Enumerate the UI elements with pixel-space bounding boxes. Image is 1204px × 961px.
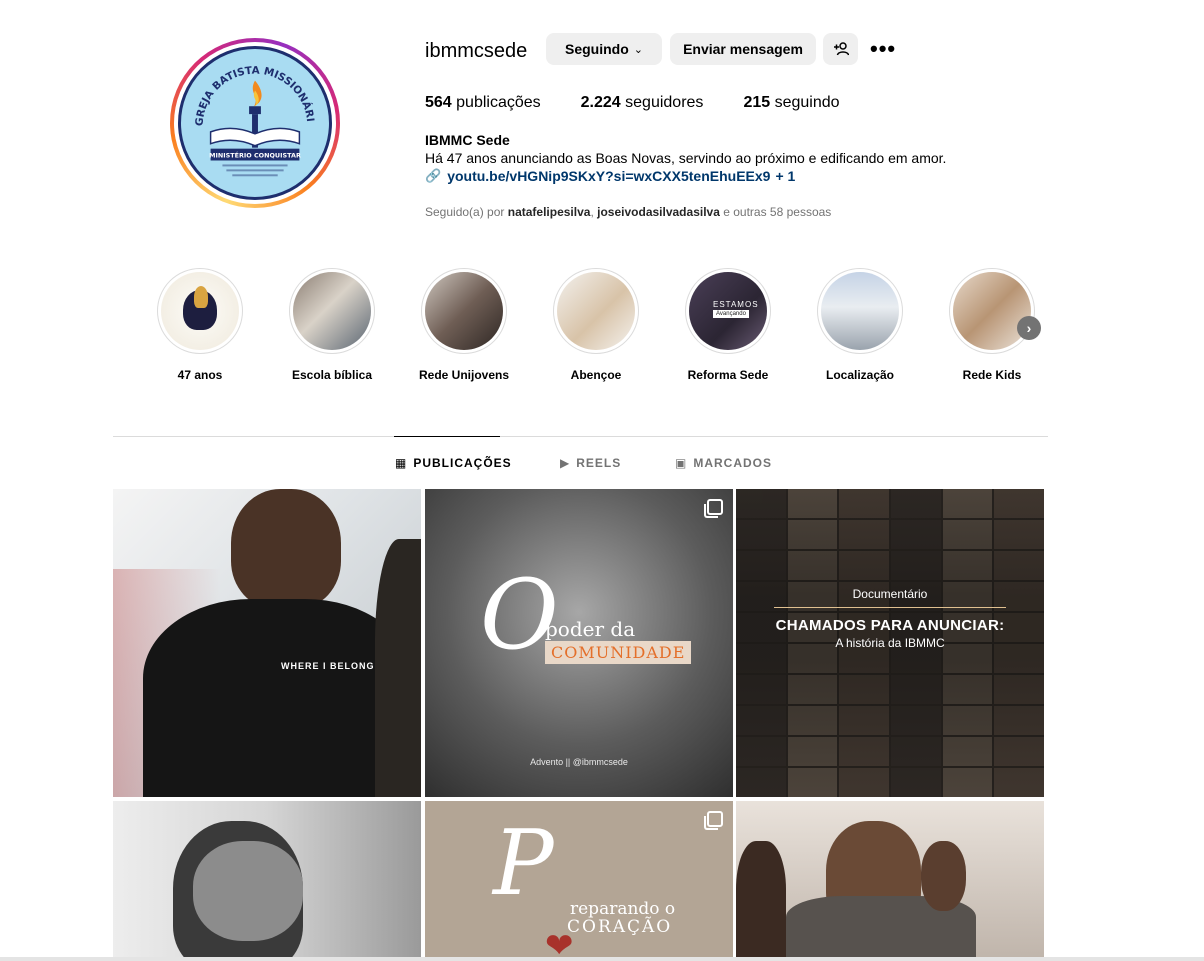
posts-stat[interactable]: 564 publicações — [425, 94, 541, 112]
add-user-icon — [833, 42, 849, 56]
highlight-cover — [293, 272, 371, 350]
send-message-button[interactable]: Enviar mensagem — [670, 33, 816, 65]
highlight-item[interactable]: Abençoe — [551, 268, 641, 382]
more-options-icon[interactable]: ••• — [870, 36, 896, 62]
send-message-label: Enviar mensagem — [683, 41, 803, 57]
highlight-label: Rede Unijovens — [419, 368, 510, 382]
post-thumbnail[interactable] — [736, 801, 1044, 961]
carousel-icon — [704, 499, 723, 518]
profile-username: ibmmcsede — [425, 40, 528, 62]
reels-icon: ▶ — [560, 456, 571, 470]
tab-reels[interactable]: ▶ REELS — [560, 456, 621, 470]
highlight-item[interactable]: Localização — [815, 268, 905, 382]
highlight-cover — [821, 272, 899, 350]
following-button-label: Seguindo — [565, 41, 629, 57]
highlight-label: Escola bíblica — [291, 368, 373, 382]
profile-bio: Há 47 anos anunciando as Boas Novas, ser… — [425, 150, 947, 166]
highlight-cover — [425, 272, 503, 350]
followed-by-user[interactable]: joseivodasilvadasilva — [597, 205, 720, 219]
person-head — [231, 489, 341, 609]
chevron-down-icon: ⌄ — [633, 43, 643, 56]
followed-by[interactable]: Seguido(a) por natafelipesilva, joseivod… — [425, 205, 831, 219]
tab-tagged[interactable]: ▣ MARCADOS — [675, 456, 772, 470]
profile-link-url[interactable]: youtu.be/vHGNip9SKxY?si=wxCXX5tenEhuEEx9 — [447, 168, 770, 184]
svg-text:IGREJA BATISTA MISSIONÁRIA: IGREJA BATISTA MISSIONÁRIA — [181, 49, 316, 127]
following-stat[interactable]: 215 seguindo — [743, 94, 839, 112]
highlight-cover: ESTAMOS Avançando — [689, 272, 767, 350]
profile-avatar[interactable]: IGREJA BATISTA MISSIONÁRIA MINISTÉRIO CO… — [170, 38, 340, 208]
link-icon: 🔗 — [425, 168, 442, 183]
tab-posts[interactable]: ▦ PUBLICAÇÕES — [395, 456, 512, 470]
profile-full-name: IBMMC Sede — [425, 132, 510, 148]
highlight-label: Reforma Sede — [687, 368, 769, 382]
post-thumbnail[interactable]: O poder da COMUNIDADE Advento || @ibmmcs… — [425, 489, 733, 797]
profile-stats: 564 publicações 2.224 seguidores 215 seg… — [425, 94, 880, 112]
church-logo: IGREJA BATISTA MISSIONÁRIA MINISTÉRIO CO… — [178, 46, 332, 200]
church-logo-graphic: IGREJA BATISTA MISSIONÁRIA MINISTÉRIO CO… — [181, 49, 316, 177]
highlight-label: 47 anos — [177, 368, 223, 382]
story-highlights: 47 anos Escola bíblica Rede Unijovens Ab… — [155, 268, 1045, 388]
followed-by-user[interactable]: natafelipesilva — [508, 205, 591, 219]
highlight-item[interactable]: ESTAMOS Avançando Reforma Sede — [683, 268, 773, 382]
highlight-label: Localização — [825, 368, 895, 382]
highlight-label: Abençoe — [570, 368, 622, 382]
post-thumbnail[interactable] — [113, 801, 421, 961]
followers-stat[interactable]: 2.224 seguidores — [581, 94, 704, 112]
post-thumbnail[interactable]: Documentário CHAMADOS PARA ANUNCIAR: A h… — [736, 489, 1044, 797]
highlight-cover — [953, 272, 1031, 350]
highlight-item[interactable]: Rede Unijovens — [419, 268, 509, 382]
tabs-divider — [113, 436, 1048, 437]
tagged-icon: ▣ — [675, 456, 688, 470]
highlight-cover — [557, 272, 635, 350]
person-shirt — [143, 599, 413, 797]
highlight-item[interactable]: Escola bíblica — [287, 268, 377, 382]
highlight-cover — [161, 272, 239, 350]
highlight-label: Rede Kids — [962, 368, 1022, 382]
post-thumbnail[interactable]: WHERE I BELONG — [113, 489, 421, 797]
grid-icon: ▦ — [395, 456, 408, 470]
post-thumbnail[interactable]: P reparando o CORAÇÃO ❤ — [425, 801, 733, 961]
svg-text:MINISTÉRIO CONQUISTAR: MINISTÉRIO CONQUISTAR — [209, 151, 301, 160]
profile-link[interactable]: 🔗 youtu.be/vHGNip9SKxY?si=wxCXX5tenEhuEE… — [425, 168, 795, 184]
profile-link-extra[interactable]: + 1 — [775, 168, 795, 184]
add-user-button[interactable] — [823, 33, 858, 65]
active-tab-indicator — [394, 436, 500, 437]
chevron-right-icon[interactable]: › — [1017, 316, 1041, 340]
highlight-item[interactable]: 47 anos — [155, 268, 245, 382]
page-bottom-edge — [0, 957, 1204, 961]
carousel-icon — [704, 811, 723, 830]
heart-illustration: ❤ — [545, 927, 574, 961]
following-button[interactable]: Seguindo ⌄ — [546, 33, 662, 65]
